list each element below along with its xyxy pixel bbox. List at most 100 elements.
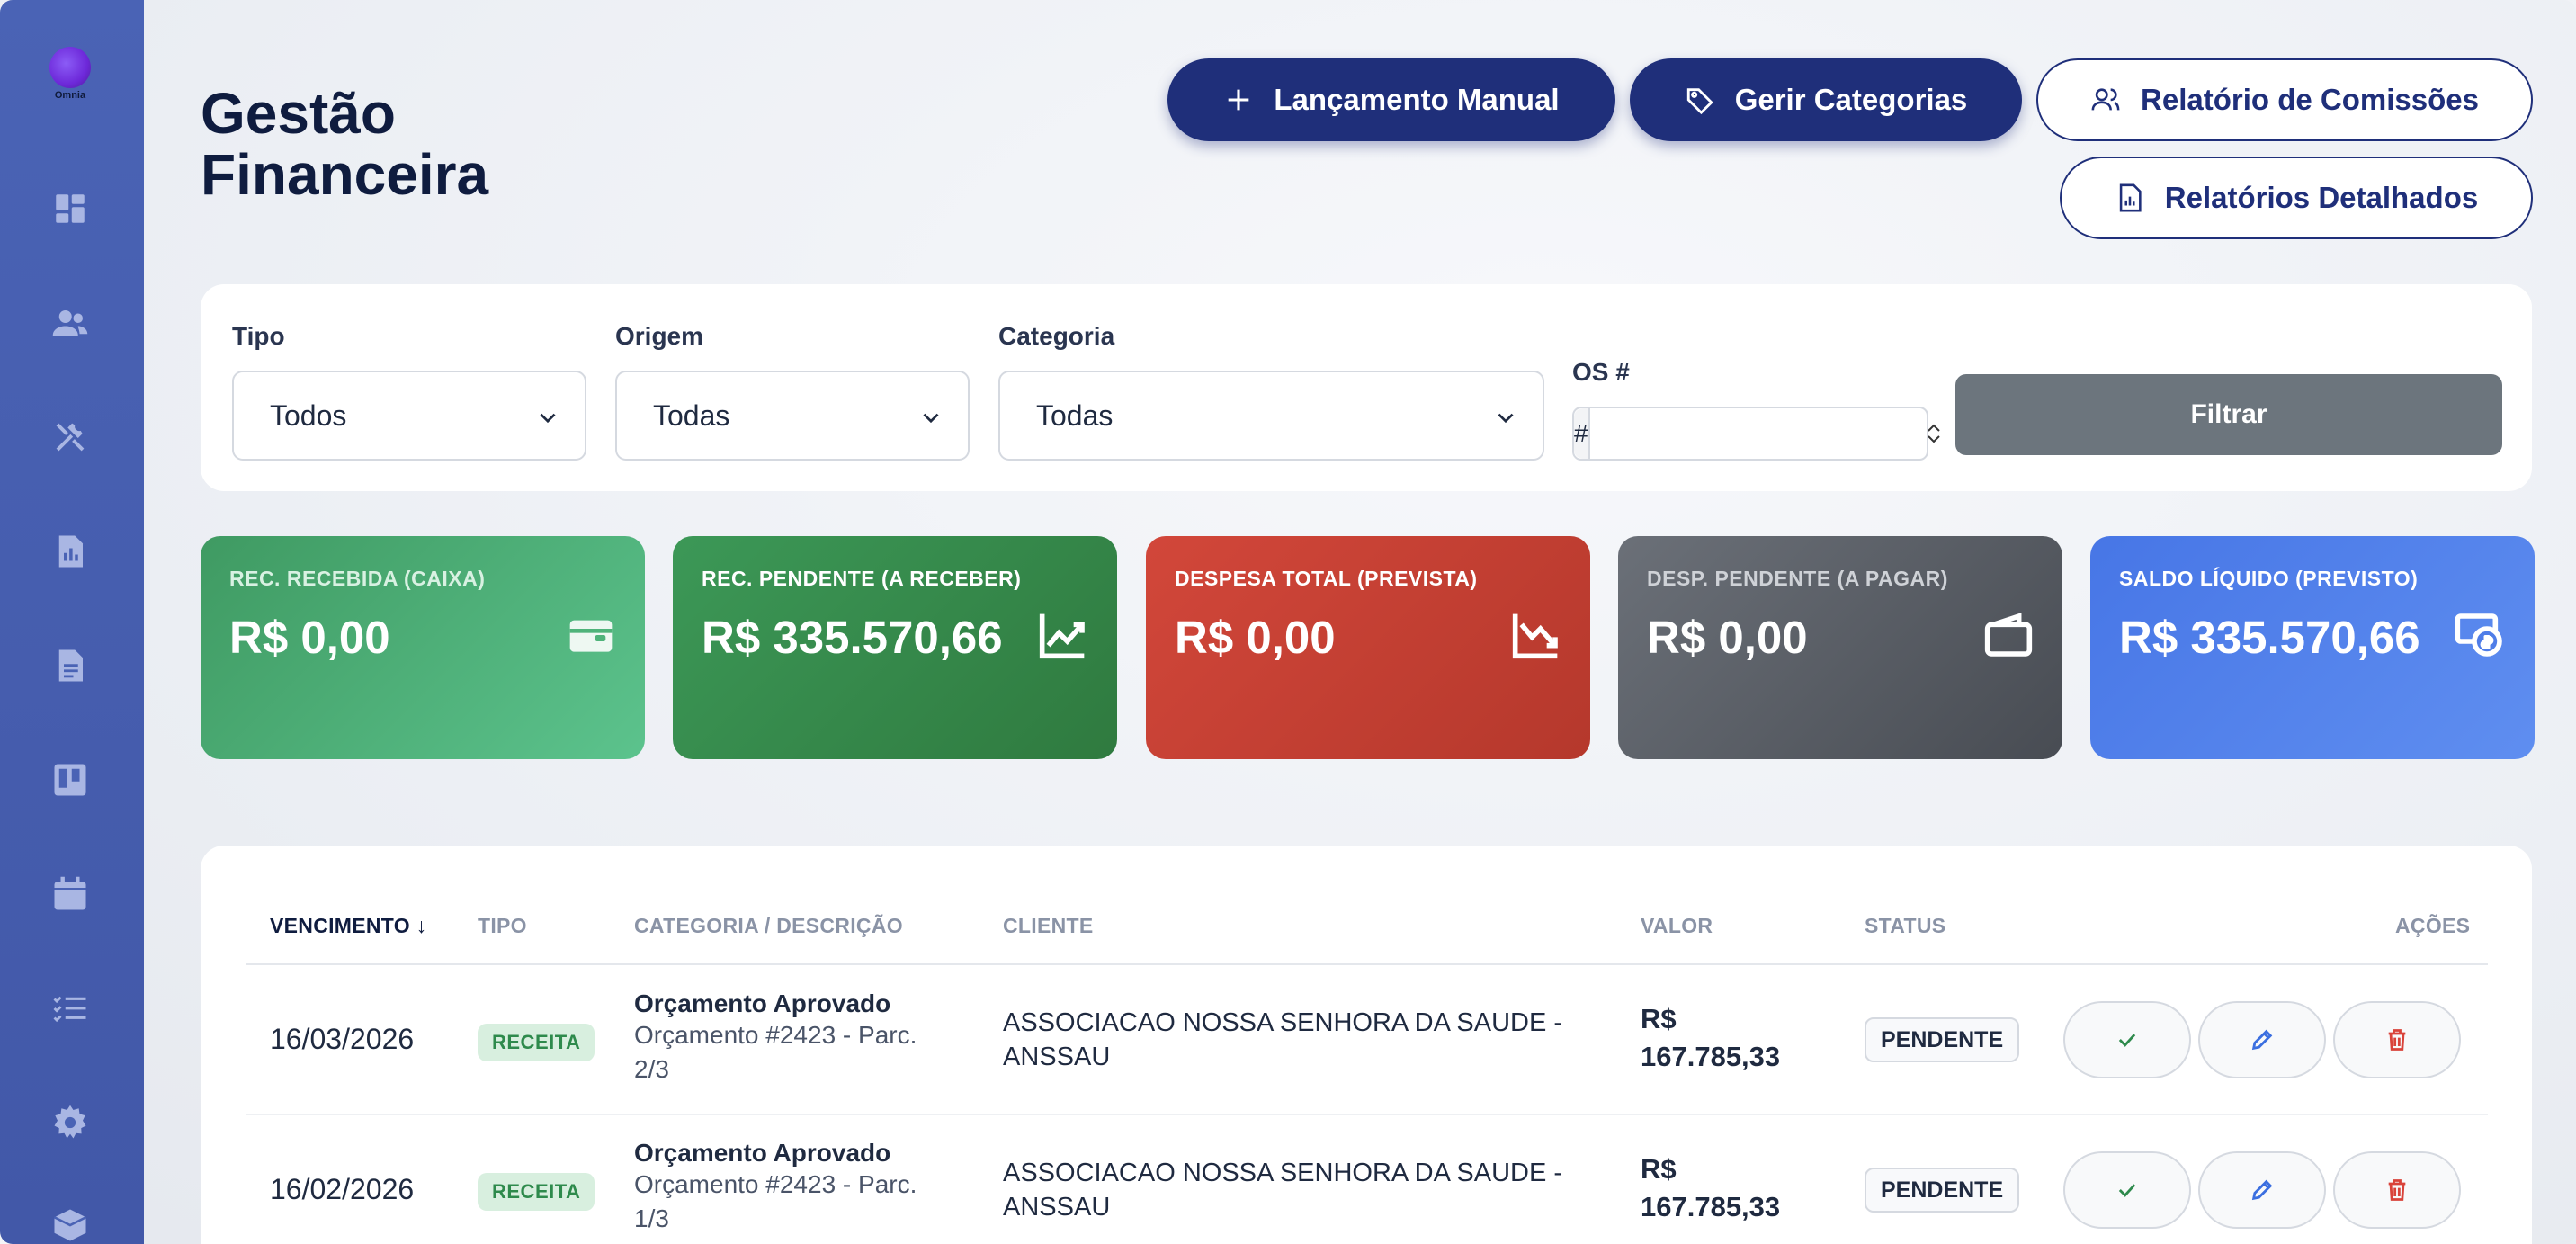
type-badge: RECEITA [478,1173,595,1211]
manual-entry-button[interactable]: Lançamento Manual [1167,58,1615,141]
confirm-button[interactable] [2063,1001,2191,1078]
stat-label: SALDO LÍQUIDO (PREVISTO) [2119,567,2419,590]
stat-label: REC. PENDENTE (A RECEBER) [702,567,1022,590]
categoria-select-value: Todas [1036,398,1114,432]
os-number-stepper[interactable] [1926,408,1942,459]
category-description: Orçamento #2423 - Parc. 1/3 [634,1168,976,1236]
edit-button[interactable] [2198,1001,2326,1078]
header-vencimento-label: VENCIMENTO [270,914,410,937]
wallet-icon [1983,610,2034,660]
os-number-input[interactable] [1589,408,1926,459]
report-icon [2119,183,2142,212]
trend-down-icon [1511,610,1561,660]
chevron-down-icon [1927,435,1940,443]
dashboard-icon[interactable] [50,189,90,228]
users-icon[interactable] [50,303,90,343]
logo-text: Omnia [54,90,86,101]
tipo-label: Tipo [232,322,285,350]
delete-button[interactable] [2333,1001,2461,1078]
filter-button[interactable]: Filtrar [1955,374,2502,455]
wallet-icon [566,610,616,660]
category-desc-line1: Orçamento #2423 - Parc. [634,1170,917,1198]
delete-button[interactable] [2333,1151,2461,1229]
commissions-report-button[interactable]: Relatório de Comissões [2036,58,2533,141]
checklist-icon[interactable] [50,989,90,1028]
categoria-select[interactable]: Todas [998,371,1544,461]
header-acoes: AÇÕES [2395,914,2471,937]
users-icon [2091,88,2120,111]
edit-button[interactable] [2198,1151,2326,1229]
plus-icon [1229,89,1249,111]
value-currency: R$ [1641,1153,1677,1185]
stat-value: R$ 0,00 [229,612,390,663]
detailed-reports-button[interactable]: Relatórios Detalhados [2060,157,2533,239]
pencil-icon [2251,1029,2273,1051]
chevron-up-icon [1927,424,1940,432]
sidebar: Omnia [0,0,144,1244]
trash-icon [2388,1179,2406,1201]
header-valor[interactable]: VALOR [1641,914,1713,938]
header-tipo[interactable]: TIPO [478,914,527,938]
check-icon [2118,1184,2136,1197]
value-amount: 167.785,33 [1641,1041,1781,1072]
stat-value: R$ 0,00 [1647,612,1808,663]
stat-card-pending-receivable: REC. PENDENTE (A RECEBER) R$ 335.570,66 [673,536,1117,759]
category-desc-line2: 2/3 [634,1055,669,1083]
tipo-select-value: Todos [270,398,347,432]
category-desc-line1: Orçamento #2423 - Parc. [634,1021,917,1049]
origem-select[interactable]: Todas [615,371,970,461]
category-title: Orçamento Aprovado [634,1139,891,1167]
tools-icon[interactable] [50,417,90,457]
tag-icon [1686,88,1713,115]
stat-value: R$ 0,00 [1175,612,1336,663]
confirm-button[interactable] [2063,1151,2191,1229]
page-title: Gestão Financeira [201,83,578,205]
stat-label: DESPESA TOTAL (PREVISTA) [1175,567,1478,590]
category-desc-line2: 1/3 [634,1204,669,1232]
category-title: Orçamento Aprovado [634,989,891,1017]
check-icon [2118,1034,2136,1047]
manage-categories-button[interactable]: Gerir Categorias [1630,58,2022,141]
type-badge: RECEITA [478,1024,595,1061]
report-icon[interactable] [50,532,90,571]
row-category: Orçamento Aprovado Orçamento #2423 - Par… [634,1139,976,1236]
calendar-icon[interactable] [50,874,90,914]
trend-up-icon [1038,610,1088,660]
stat-card-received: REC. RECEBIDA (CAIXA) R$ 0,00 [201,536,645,759]
manage-categories-label: Gerir Categorias [1734,83,1968,116]
stat-label: DESP. PENDENTE (A PAGAR) [1647,567,1948,590]
os-prefix: # [1574,408,1590,459]
row-date: 16/03/2026 [270,1023,415,1055]
gear-icon[interactable] [50,1103,90,1142]
header-cliente[interactable]: CLIENTE [1003,914,1094,938]
chevron-down-icon [540,413,556,424]
row-client: ASSOCIACAO NOSSA SENHORA DA SAUDE - ANSS… [1003,1156,1614,1224]
value-amount: 167.785,33 [1641,1191,1781,1222]
manual-entry-label: Lançamento Manual [1274,83,1560,116]
row-date: 16/02/2026 [270,1173,415,1205]
tipo-select[interactable]: Todos [232,371,586,461]
status-badge: PENDENTE [1865,1017,2020,1062]
pencil-icon [2251,1179,2273,1201]
logo[interactable]: Omnia [43,47,97,108]
header-vencimento[interactable]: VENCIMENTO ↓ [270,914,426,938]
category-description: Orçamento #2423 - Parc. 2/3 [634,1018,976,1087]
header-status[interactable]: STATUS [1865,914,1945,938]
box-icon[interactable] [50,1205,90,1244]
detailed-reports-label: Relatórios Detalhados [2164,181,2479,214]
origem-label: Origem [615,322,704,350]
kanban-icon[interactable] [50,760,90,800]
client-line2: ANSSAU [1003,1043,1111,1071]
document-icon[interactable] [50,646,90,685]
stat-value: R$ 335.570,66 [702,612,1003,663]
stat-card-total-expense: DESPESA TOTAL (PREVISTA) R$ 0,00 [1146,536,1590,759]
sort-arrow-icon: ↓ [416,914,427,937]
client-line1: ASSOCIACAO NOSSA SENHORA DA SAUDE - [1003,1008,1563,1037]
commissions-report-label: Relatório de Comissões [2141,83,2479,116]
header-categoria[interactable]: CATEGORIA / DESCRIÇÃO [634,914,903,938]
client-line1: ASSOCIACAO NOSSA SENHORA DA SAUDE - [1003,1159,1563,1187]
table-header-divider [246,963,2488,965]
os-label: OS # [1572,358,1630,386]
categoria-label: Categoria [998,322,1115,350]
trash-icon [2388,1029,2406,1051]
